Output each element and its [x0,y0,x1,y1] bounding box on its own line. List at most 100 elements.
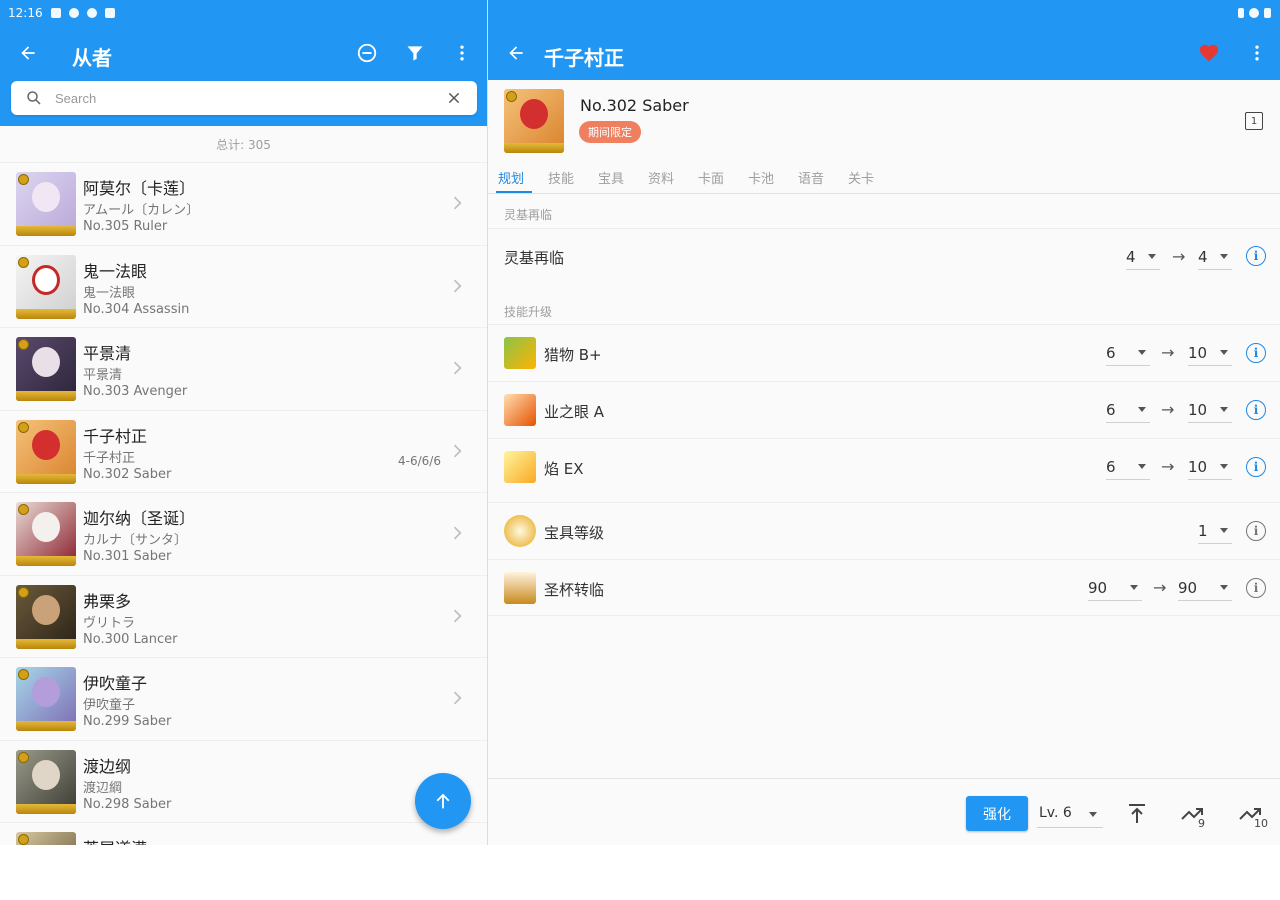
servant-row[interactable]: 弗栗多 ヴリトラ No.300 Lancer [0,574,487,657]
tab-voice[interactable]: 语音 [798,168,824,187]
servant-name: 伊吹童子 [83,674,148,693]
more-vert-icon [1255,45,1259,61]
servant-avatar [504,89,564,153]
ascension-to-select[interactable]: 4 [1198,244,1232,270]
servant-name: 弗栗多 [83,591,132,611]
tab-profile[interactable]: 资料 [648,168,674,187]
heart-icon [1199,44,1219,62]
favorite-button[interactable] [1193,37,1225,69]
skill-icon [504,451,536,483]
ascension-image-button[interactable]: 1 [1245,112,1263,130]
right-header: 千子村正 [488,0,1280,80]
back-button[interactable] [12,37,44,69]
max-level-button[interactable] [1122,799,1152,829]
enhance-button[interactable]: 强化 [966,796,1028,831]
servant-row[interactable]: 芦屋道满 [0,822,487,845]
servant-number-class: No.305 Ruler [83,219,168,234]
servant-name: 平景清 [83,344,132,363]
status-bar-left: 12:16 [8,0,115,26]
np-level-row: 宝具等级 1 i [488,502,1280,559]
detail-tabs: 规划 技能 宝具 资料 卡面 卡池 语音 关卡 [488,162,1280,194]
scroll-to-top-button[interactable] [415,773,471,829]
servant-avatar [16,502,76,566]
info-icon[interactable]: i [1246,343,1266,363]
search-input[interactable] [55,90,435,106]
tab-illustrations[interactable]: 卡面 [698,168,724,187]
servant-number-class: No.303 Avenger [83,384,188,399]
servant-name: 迦尔纳〔圣诞〕 [83,509,196,528]
total-count: 总计: 305 [216,138,271,152]
servant-row[interactable]: 阿莫尔〔卡莲〕 アムール〔カレン〕 No.305 Ruler [0,162,487,245]
info-icon[interactable]: i [1246,246,1266,266]
servant-row[interactable]: 迦尔纳〔圣诞〕 カルナ〔サンタ〕 No.301 Saber [0,492,487,575]
filter-button[interactable] [399,37,431,69]
servant-list: 阿莫尔〔卡莲〕 アムール〔カレン〕 No.305 Ruler 鬼一法眼 鬼一法眼… [0,162,487,845]
servant-list-pane: 12:16 从者 Search 总计: 305 阿莫尔〔卡莲〕 アムール〔カレン… [0,0,487,845]
info-icon[interactable]: i [1246,400,1266,420]
remove-circle-button[interactable] [351,37,383,69]
noble-phantasm-icon [504,515,536,547]
search-icon [27,91,41,105]
level-select[interactable]: Lv. 6 [1037,800,1103,828]
servant-jp-name: 鬼一法眼 [83,285,136,301]
bottom-action-bar: 强化 Lv. 6 9 10 [488,778,1280,845]
chevron-right-icon [453,526,462,540]
servant-plan-progress: 4-6/6/6 [398,453,441,468]
servant-jp-name: 渡辺綱 [83,780,123,796]
skill-from-select[interactable]: 6 [1106,397,1150,423]
ascension-from-select[interactable]: 4 [1126,244,1160,270]
vibrate-icon [1238,8,1244,18]
app-root: 12:16 从者 Search 总计: 305 阿莫尔〔卡莲〕 アムール〔カレン… [0,0,1280,900]
skill-icon [504,394,536,426]
np-level-label: 宝具等级 [544,524,605,542]
info-icon[interactable]: i [1246,578,1266,598]
np-level-select[interactable]: 1 [1198,518,1232,544]
grail-to-select[interactable]: 90 [1178,575,1232,601]
chevron-right-icon [453,609,462,622]
servant-avatar [16,749,76,814]
tab-skills[interactable]: 技能 [548,168,574,187]
tab-plan[interactable]: 规划 [498,168,524,187]
detail-more-button[interactable] [1241,37,1273,69]
grail-row: 圣杯转临 90 → 90 i [488,559,1280,616]
skill-from-select[interactable]: 6 [1106,454,1150,480]
vertical-align-top-icon [1129,804,1145,823]
servant-jp-name: アムール〔カレン〕 [83,203,200,218]
skill-label: 猎物 B+ [544,346,602,364]
info-icon[interactable]: i [1246,457,1266,477]
skill-to-select[interactable]: 10 [1188,340,1232,366]
servant-row[interactable]: 渡边纲 渡辺綱 No.298 Saber [0,739,487,822]
servant-row[interactable]: 千子村正 千子村正 No.302 Saber 4-6/6/6 [0,409,487,492]
skill-from-select[interactable]: 6 [1106,340,1150,366]
skill-to-select[interactable]: 10 [1188,397,1232,423]
ascension-section-label: 灵基再临 [504,208,553,222]
servant-row[interactable]: 伊吹童子 伊吹童子 No.299 Saber [0,657,487,740]
grail-from-select[interactable]: 90 [1088,575,1142,601]
arrow-up-icon [436,793,450,809]
servant-row[interactable]: 鬼一法眼 鬼一法眼 No.304 Assassin [0,244,487,327]
tab-summons[interactable]: 卡池 [748,168,774,187]
tab-quests[interactable]: 关卡 [848,168,874,187]
skill-label: 业之眼 A [544,403,605,421]
skill-row: 焰 EX 6 → 10 i [488,438,1280,495]
skill-label: 焰 EX [544,460,584,478]
servant-row[interactable]: 平景清 平景清 No.303 Avenger [0,327,487,410]
skill-to-select[interactable]: 10 [1188,454,1232,480]
tab-noble-phantasm[interactable]: 宝具 [598,168,624,187]
servant-name: 芦屋道满 [83,835,147,845]
trend-to-9-button[interactable]: 9 [1178,799,1208,830]
info-icon[interactable]: i [1246,521,1266,541]
servant-name: 鬼一法眼 [83,261,148,281]
clear-icon[interactable] [446,90,462,106]
arrow-right-icon: → [1153,578,1167,597]
detail-title: 千子村正 [544,46,624,70]
more-menu-button[interactable] [446,37,478,69]
skill-row: 猎物 B+ 6 → 10 i [488,324,1280,381]
detail-back-button[interactable] [500,37,532,69]
trend-to-10-button[interactable]: 10 [1236,799,1268,830]
servant-name: 千子村正 [83,426,148,446]
grail-icon [504,572,536,604]
signal-icon [1249,8,1259,18]
servant-avatar [16,419,76,484]
limited-badge: 期间限定 [579,121,641,143]
